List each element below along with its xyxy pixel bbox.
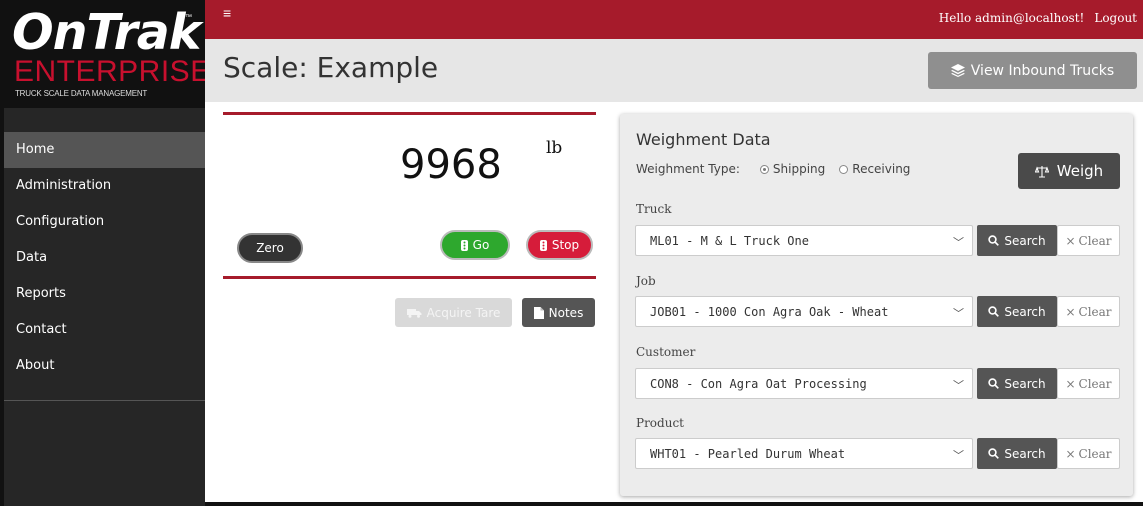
radio-receiving-label[interactable]: Receiving [852, 162, 910, 176]
truck-search-button[interactable]: Search [977, 225, 1057, 256]
radio-shipping[interactable] [759, 164, 769, 174]
view-inbound-trucks-label: View Inbound Trucks [970, 62, 1115, 79]
chevron-down-icon: ﹀ [953, 236, 964, 249]
logo-wordmark: OnTrak [12, 4, 201, 61]
logo[interactable]: OnTrak ™ ENTERPRISE TRUCK SCALE DATA MAN… [4, 0, 211, 108]
scale-top-rule [223, 112, 596, 115]
layers-icon [950, 64, 965, 77]
greeting-text: Hello admin@localhost! [938, 11, 1085, 25]
top-bar: ≡ Hello admin@localhost! Logout [205, 0, 1143, 39]
weight-readout: 9968 [400, 142, 502, 188]
product-clear-label: Clear [1078, 446, 1112, 461]
product-select-value: WHT01 - Pearled Durum Wheat [650, 446, 846, 461]
logo-trademark: ™ [185, 14, 192, 21]
stop-label: Stop [551, 238, 580, 252]
file-icon [533, 306, 544, 319]
truck-search-label: Search [1004, 233, 1046, 248]
customer-label: Customer [636, 345, 696, 359]
weigh-button[interactable]: Weigh [1018, 153, 1120, 189]
truck-clear-button[interactable]: × Clear [1057, 225, 1120, 256]
search-icon [988, 306, 1000, 317]
truck-select[interactable]: ML01 - M & L Truck One ﹀ [635, 225, 973, 256]
product-clear-button[interactable]: × Clear [1057, 438, 1120, 469]
job-select[interactable]: JOB01 - 1000 Con Agra Oak - Wheat ﹀ [635, 296, 973, 327]
notes-label: Notes [548, 305, 584, 320]
product-search-label: Search [1004, 446, 1046, 461]
job-label: Job [636, 274, 656, 288]
hamburger-icon[interactable]: ≡ [223, 5, 231, 21]
customer-select-value: CON8 - Con Agra Oat Processing [650, 376, 867, 391]
scale-bottom-rule [223, 276, 596, 279]
close-icon: × [1065, 233, 1076, 248]
acquire-tare-label: Acquire Tare [426, 305, 501, 320]
chevron-down-icon: ﹀ [953, 449, 964, 462]
job-search-label: Search [1004, 304, 1046, 319]
close-icon: × [1065, 304, 1076, 319]
sidebar-item-reports[interactable]: Reports [4, 276, 205, 312]
sidebar-item-contact[interactable]: Contact [4, 312, 205, 348]
traffic-light-icon [539, 239, 547, 251]
weighment-type-group: Weighment Type: Shipping Receiving [636, 162, 910, 176]
search-icon [988, 235, 1000, 246]
job-select-value: JOB01 - 1000 Con Agra Oak - Wheat [650, 304, 889, 319]
search-icon [988, 448, 1000, 459]
customer-clear-label: Clear [1078, 376, 1112, 391]
weigh-label: Weigh [1056, 162, 1104, 180]
close-icon: × [1065, 446, 1076, 461]
user-menu: Hello admin@localhost! Logout [929, 11, 1137, 25]
truck-clear-label: Clear [1078, 233, 1112, 248]
notes-button[interactable]: Notes [522, 298, 595, 327]
sidebar-item-data[interactable]: Data [4, 240, 205, 276]
weighment-type-label: Weighment Type: [636, 162, 740, 176]
customer-select[interactable]: CON8 - Con Agra Oat Processing ﹀ [635, 368, 973, 399]
stop-button[interactable]: Stop [526, 230, 593, 260]
weighment-data-title: Weighment Data [636, 130, 771, 149]
search-icon [988, 378, 1000, 389]
job-search-button[interactable]: Search [977, 296, 1057, 327]
zero-label: Zero [256, 241, 284, 255]
traffic-light-icon [460, 239, 468, 251]
page-header: Scale: Example View Inbound Trucks [205, 39, 1143, 102]
product-label: Product [636, 416, 684, 430]
chevron-down-icon: ﹀ [953, 379, 964, 392]
customer-search-label: Search [1004, 376, 1046, 391]
product-select[interactable]: WHT01 - Pearled Durum Wheat ﹀ [635, 438, 973, 469]
balance-scale-icon [1034, 165, 1049, 178]
page-title: Scale: Example [223, 51, 439, 84]
close-icon: × [1065, 376, 1076, 391]
customer-search-button[interactable]: Search [977, 368, 1057, 399]
sidebar: OnTrak ™ ENTERPRISE TRUCK SCALE DATA MAN… [4, 0, 211, 506]
view-inbound-trucks-button[interactable]: View Inbound Trucks [928, 52, 1137, 89]
logout-link[interactable]: Logout [1094, 11, 1137, 25]
sidebar-item-administration[interactable]: Administration [4, 168, 205, 204]
acquire-tare-button[interactable]: Acquire Tare [395, 298, 512, 327]
radio-shipping-label[interactable]: Shipping [773, 162, 825, 176]
weight-unit: lb [546, 138, 563, 158]
product-search-button[interactable]: Search [977, 438, 1057, 469]
sidebar-item-about[interactable]: About [4, 348, 205, 384]
logo-edition: ENTERPRISE [14, 55, 211, 88]
sidebar-divider [4, 400, 205, 401]
go-label: Go [472, 238, 490, 252]
weighment-data-panel: Weighment Data Weighment Type: Shipping … [620, 114, 1133, 496]
go-button[interactable]: Go [440, 230, 510, 260]
sidebar-item-home[interactable]: Home [4, 132, 205, 168]
job-clear-button[interactable]: × Clear [1057, 296, 1120, 327]
sidebar-nav: Home Administration Configuration Data R… [4, 132, 205, 384]
truck-icon [406, 308, 422, 318]
job-clear-label: Clear [1078, 304, 1112, 319]
radio-receiving[interactable] [839, 164, 849, 174]
truck-label: Truck [636, 202, 672, 216]
truck-select-value: ML01 - M & L Truck One [650, 233, 809, 248]
customer-clear-button[interactable]: × Clear [1057, 368, 1120, 399]
sidebar-item-configuration[interactable]: Configuration [4, 204, 205, 240]
zero-button[interactable]: Zero [237, 233, 303, 263]
logo-tagline: TRUCK SCALE DATA MANAGEMENT [15, 89, 148, 98]
chevron-down-icon: ﹀ [953, 307, 964, 320]
